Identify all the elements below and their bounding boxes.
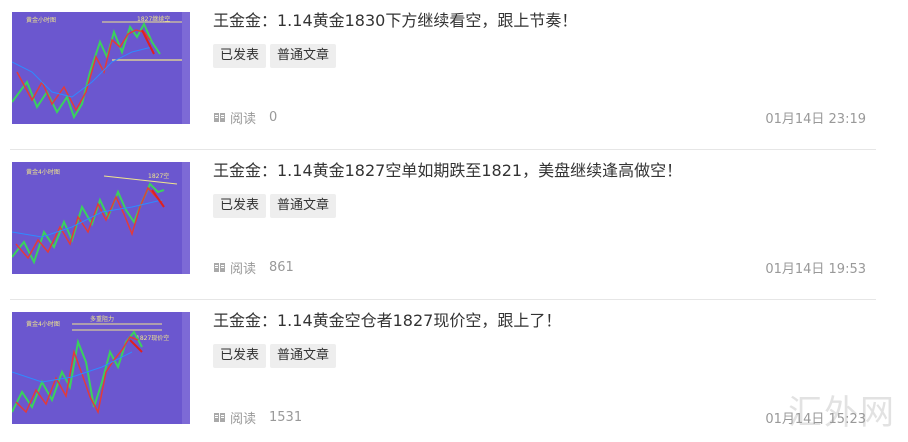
article-tags: 已发表 普通文章 xyxy=(213,194,337,218)
chart-thumbnail-image: 黄金4小时图 多重阻力 1827现价空 xyxy=(12,312,190,424)
thumb-annotation-resistance: 多重阻力 xyxy=(90,315,114,323)
thumb-chart-title: 黄金小时图 xyxy=(26,16,56,24)
status-tag[interactable]: 已发表 xyxy=(213,194,267,218)
article-title[interactable]: 王金金：1.14黄金空仓者1827现价空，跟上了！ xyxy=(213,310,561,332)
article-date: 01月14日 23:19 xyxy=(765,112,866,127)
book-icon xyxy=(213,411,226,424)
article-thumbnail[interactable]: 黄金4小时图 多重阻力 1827现价空 xyxy=(12,312,190,424)
status-tag[interactable]: 已发表 xyxy=(213,344,267,368)
read-label: 阅读 xyxy=(230,412,257,427)
watermark: 汇外网 xyxy=(788,393,896,433)
article-thumbnail[interactable]: 黄金小时图 1827继续空 xyxy=(12,12,190,124)
thumb-chart-title: 黄金4小时图 xyxy=(26,320,60,328)
read-count: 1531 xyxy=(269,410,303,425)
chart-thumbnail-image: 黄金4小时图 1827空 xyxy=(12,162,190,274)
category-tag[interactable]: 普通文章 xyxy=(270,44,337,68)
article-title[interactable]: 王金金：1.14黄金1830下方继续看空，跟上节奏！ xyxy=(213,10,577,32)
status-tag[interactable]: 已发表 xyxy=(213,44,267,68)
article-meta: 阅读 1531 xyxy=(213,408,302,427)
thumb-annotation: 1827空 xyxy=(148,172,169,180)
book-icon xyxy=(213,111,226,124)
article-item[interactable]: 黄金小时图 1827继续空 王金金：1.14黄金1830下方继续看空，跟上节奏！… xyxy=(0,0,876,150)
category-tag[interactable]: 普通文章 xyxy=(270,194,337,218)
article-item[interactable]: 黄金4小时图 1827空 王金金：1.14黄金1827空单如期跌至1821，美盘… xyxy=(0,150,876,300)
article-title[interactable]: 王金金：1.14黄金1827空单如期跌至1821，美盘继续逢高做空！ xyxy=(213,160,682,182)
chart-thumbnail-image: 黄金小时图 1827继续空 xyxy=(12,12,190,124)
read-count: 0 xyxy=(269,110,278,125)
article-thumbnail[interactable]: 黄金4小时图 1827空 xyxy=(12,162,190,274)
article-item[interactable]: 黄金4小时图 多重阻力 1827现价空 王金金：1.14黄金空仓者1827现价空… xyxy=(0,300,876,442)
article-meta: 阅读 0 xyxy=(213,108,277,127)
category-tag[interactable]: 普通文章 xyxy=(270,344,337,368)
thumb-annotation: 1827现价空 xyxy=(136,334,169,342)
article-meta: 阅读 861 xyxy=(213,258,294,277)
read-label: 阅读 xyxy=(230,112,257,127)
article-date: 01月14日 19:53 xyxy=(765,262,866,277)
article-tags: 已发表 普通文章 xyxy=(213,44,337,68)
thumb-annotation: 1827继续空 xyxy=(137,15,170,23)
book-icon xyxy=(213,261,226,274)
read-count: 861 xyxy=(269,260,294,275)
thumb-chart-title: 黄金4小时图 xyxy=(26,168,60,176)
article-tags: 已发表 普通文章 xyxy=(213,344,337,368)
read-label: 阅读 xyxy=(230,262,257,277)
